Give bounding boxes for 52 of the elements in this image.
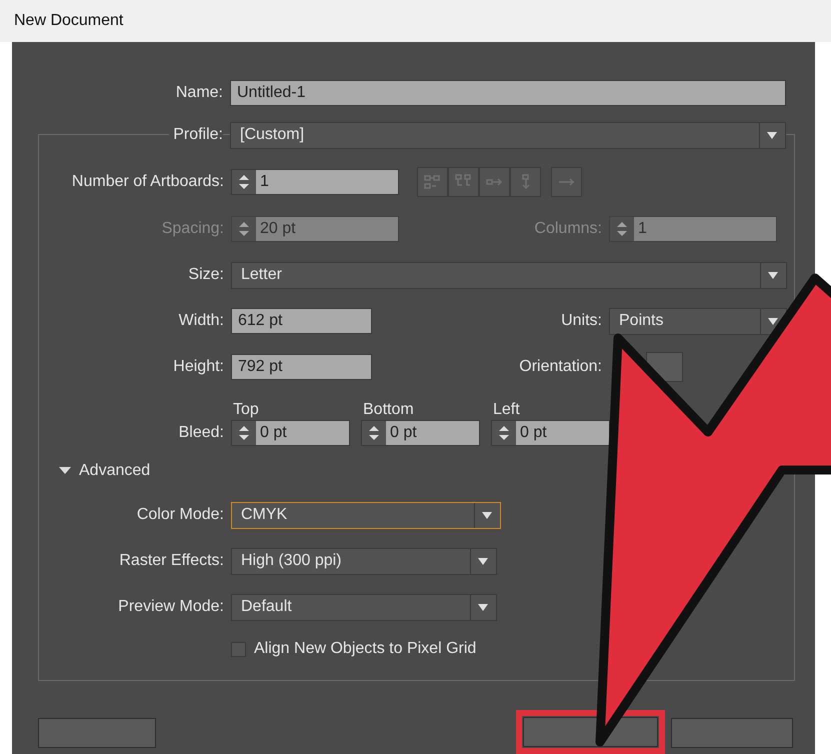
text-field[interactable]: 612 pt — [231, 308, 372, 334]
field-label: Size: — [188, 265, 224, 286]
stepper-icon[interactable] — [232, 421, 256, 446]
dropdown[interactable]: High (300 ppi) — [231, 548, 497, 575]
caret-icon — [768, 272, 778, 279]
bleed-heading: Top — [232, 400, 260, 420]
layout-icon — [422, 173, 442, 192]
caret-icon — [478, 558, 488, 565]
dropdown[interactable]: Letter — [231, 262, 787, 289]
stepper-icon[interactable] — [492, 421, 516, 446]
dialog-button[interactable] — [671, 718, 793, 748]
advanced-toggle[interactable]: Advanced — [59, 459, 150, 484]
caret-icon — [768, 318, 778, 325]
field-label: Units: — [561, 311, 602, 332]
text-field[interactable]: Untitled-1 — [230, 80, 786, 106]
disclosure-icon — [59, 467, 71, 476]
number-field[interactable]: 1 — [231, 169, 399, 196]
dropdown[interactable]: Points — [609, 308, 787, 335]
field-label: Name: — [176, 83, 223, 103]
dialog-button[interactable] — [38, 718, 156, 748]
checkbox[interactable] — [231, 642, 246, 657]
checkbox-row[interactable]: Align New Objects to Pixel Grid — [231, 637, 476, 662]
layout-button[interactable] — [479, 167, 510, 198]
caret-icon — [767, 132, 777, 139]
dropdown[interactable]: CMYK — [231, 502, 501, 529]
bleed-heading: Left — [492, 400, 521, 420]
caret-icon — [478, 604, 488, 611]
dropdown[interactable]: Default — [231, 594, 497, 621]
field-label: Color Mode: — [136, 505, 224, 526]
bleed-heading: Bottom — [362, 400, 415, 420]
field-label: Bleed: — [178, 423, 224, 444]
stepper-icon[interactable] — [362, 421, 386, 446]
field-label: Preview Mode: — [118, 597, 224, 618]
field-label: Columns: — [534, 219, 602, 240]
field-label: Raster Effects: — [119, 551, 224, 572]
number-field[interactable]: 0 pt — [361, 420, 480, 446]
field-label: Height: — [173, 357, 224, 378]
field-label: Number of Artboards: — [72, 172, 224, 192]
layout-button[interactable] — [510, 167, 541, 198]
text-field[interactable]: 792 pt — [231, 354, 372, 380]
field-label: Spacing: — [162, 219, 224, 240]
stepper-icon[interactable] — [232, 170, 256, 194]
layout-button[interactable] — [448, 167, 479, 198]
number-field[interactable]: 0 pt — [491, 420, 610, 446]
caret-icon — [482, 512, 492, 519]
layout-button[interactable] — [417, 167, 448, 198]
dropdown[interactable]: [Custom] — [230, 122, 786, 149]
field-label: Orientation: — [519, 357, 602, 378]
field-label: Width: — [178, 311, 224, 332]
number-field[interactable]: 0 pt — [231, 420, 350, 446]
layout-button[interactable] — [551, 167, 582, 198]
window-title: New Document — [14, 11, 124, 31]
